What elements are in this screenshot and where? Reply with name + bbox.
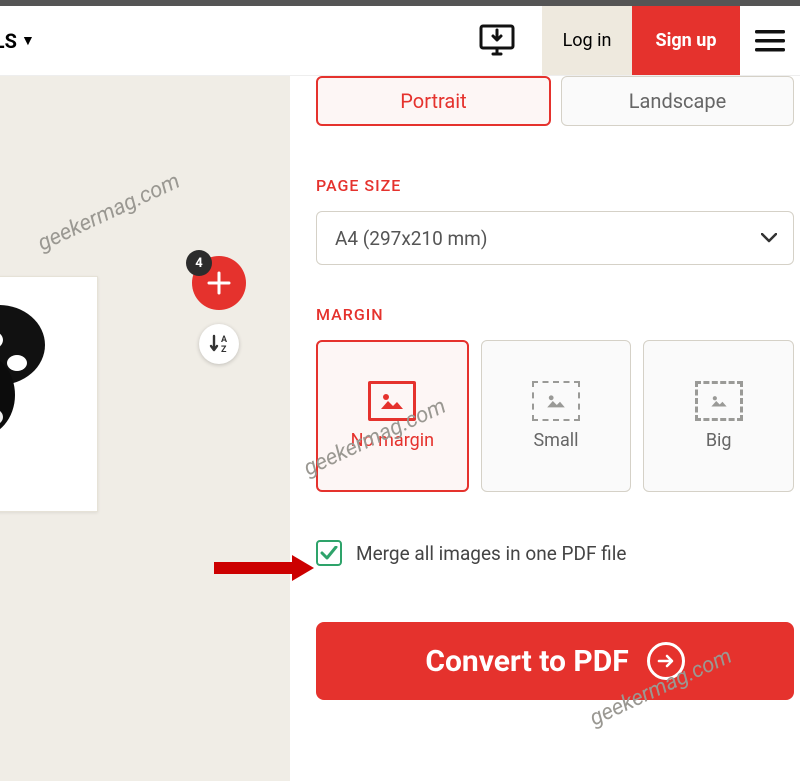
image-count-badge: 4 [186,250,212,276]
margin-big[interactable]: Big [643,340,794,492]
margin-title: MARGIN [316,305,800,324]
check-icon [320,546,338,560]
hamburger-menu-icon[interactable] [740,6,800,75]
tools-label: OLS [0,29,17,53]
caret-down-icon: ▼ [21,32,35,49]
chevron-down-icon [761,233,777,243]
margin-none[interactable]: No margin [316,340,469,492]
orientation-portrait[interactable]: Portrait [316,76,551,126]
convert-to-pdf-button[interactable]: Convert to PDF [316,622,794,700]
merge-label: Merge all images in one PDF file [356,542,626,565]
page-size-title: PAGE SIZE [316,176,800,195]
merge-checkbox[interactable] [316,540,342,566]
image-thumbnail[interactable]: jpg [0,276,98,512]
svg-text:Z: Z [221,345,227,354]
arrow-right-icon [647,642,685,680]
signup-button[interactable]: Sign up [632,6,740,75]
orientation-landscape[interactable]: Landscape [561,76,794,126]
thumbnail-image [0,285,89,455]
login-button[interactable]: Log in [542,6,632,75]
image-icon [695,381,743,421]
image-icon [532,381,580,421]
download-desktop-icon[interactable] [452,6,542,75]
svg-text:A: A [221,335,228,345]
page-size-select[interactable]: A4 (297x210 mm) [316,211,794,265]
header-bar: OLS ▼ Log in Sign up [0,6,800,76]
page-size-value: A4 (297x210 mm) [335,227,487,250]
margin-small[interactable]: Small [481,340,632,492]
image-icon [368,381,416,421]
options-panel: Portrait Landscape PAGE SIZE A4 (297x210… [290,76,800,781]
thumbnail-caption: jpg [0,485,89,503]
left-sidebar: jpg 4 A Z [0,76,290,781]
tools-dropdown[interactable]: OLS ▼ [0,6,35,75]
add-image-button[interactable]: 4 [192,256,246,310]
sort-alpha-button[interactable]: A Z [199,324,239,364]
